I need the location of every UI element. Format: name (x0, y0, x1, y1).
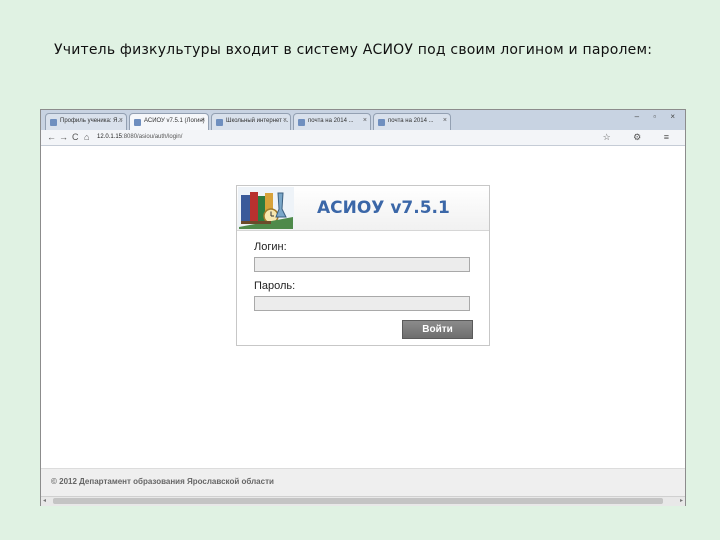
page-favicon-icon (50, 119, 57, 126)
app-title: АСИОУ v7.5.1 (317, 198, 450, 218)
page-favicon-icon (378, 119, 385, 126)
slide-caption: Учитель физкультуры входит в систему АСИ… (54, 42, 653, 58)
login-header: АСИОУ v7.5.1 (237, 186, 489, 231)
scroll-right-icon[interactable]: ▸ (680, 497, 683, 505)
page-favicon-icon (216, 119, 223, 126)
tab-label: почта на 2014 ... (308, 118, 354, 124)
browser-window: Профиль ученика: Я... × АСИОУ v7.5.1 (Ло… (40, 109, 686, 506)
page-footer: © 2012 Департамент образования Ярославск… (41, 468, 685, 496)
tab-profile[interactable]: Профиль ученика: Я... × (45, 113, 127, 130)
reload-icon[interactable]: C (72, 131, 79, 144)
login-input[interactable] (254, 257, 470, 272)
scrollbar-thumb[interactable] (53, 498, 663, 504)
login-button[interactable]: Войти (402, 320, 473, 339)
window-controls[interactable]: – ▫ × (635, 112, 681, 121)
asiou-logo-icon (238, 187, 294, 229)
tab-mail-1[interactable]: почта на 2014 ... × (293, 113, 371, 130)
page-favicon-icon (134, 119, 141, 126)
tab-strip: Профиль ученика: Я... × АСИОУ v7.5.1 (Ло… (41, 110, 685, 131)
url-path: :8080/asiou/auth/login/ (122, 134, 183, 140)
home-icon[interactable]: ⌂ (84, 131, 89, 144)
tab-label: Школьный интернет ... (226, 118, 289, 124)
tab-label: АСИОУ v7.5.1 (Логин) (144, 118, 205, 124)
login-form: АСИОУ v7.5.1 Логин: Пароль: Войти (236, 185, 490, 346)
close-tab-icon[interactable]: × (119, 117, 123, 124)
close-tab-icon[interactable]: × (363, 117, 367, 124)
close-tab-icon[interactable]: × (283, 117, 287, 124)
password-label: Пароль: (254, 280, 296, 292)
address-bar[interactable]: 12.0.1.15:8080/asiou/auth/login/ (97, 132, 607, 142)
tab-label: Профиль ученика: Я... (60, 118, 123, 124)
back-icon[interactable]: ← (47, 131, 56, 144)
page-favicon-icon (298, 119, 305, 126)
login-label: Логин: (254, 241, 287, 253)
page-viewport: АСИОУ v7.5.1 Логин: Пароль: Войти © 2012… (41, 146, 685, 496)
tab-asiou-login[interactable]: АСИОУ v7.5.1 (Логин) × (129, 113, 209, 131)
close-tab-icon[interactable]: × (443, 117, 447, 124)
toolbar-menu-icons[interactable]: ☆ ⚙ ≡ (603, 131, 679, 144)
tab-label: почта на 2014 ... (388, 118, 434, 124)
tab-school-internet[interactable]: Школьный интернет ... × (211, 113, 291, 130)
url-host: 12.0.1.15 (97, 134, 123, 140)
browser-toolbar: ← → C ⌂ 12.0.1.15:8080/asiou/auth/login/… (41, 130, 685, 146)
scroll-left-icon[interactable]: ◂ (43, 497, 46, 505)
horizontal-scrollbar[interactable]: ◂ ▸ (41, 496, 685, 506)
close-tab-icon[interactable]: × (201, 117, 205, 124)
password-input[interactable] (254, 296, 470, 311)
forward-icon[interactable]: → (59, 131, 68, 144)
footer-copyright: © 2012 Департамент образования Ярославск… (51, 477, 274, 486)
tab-mail-2[interactable]: почта на 2014 ... × (373, 113, 451, 130)
